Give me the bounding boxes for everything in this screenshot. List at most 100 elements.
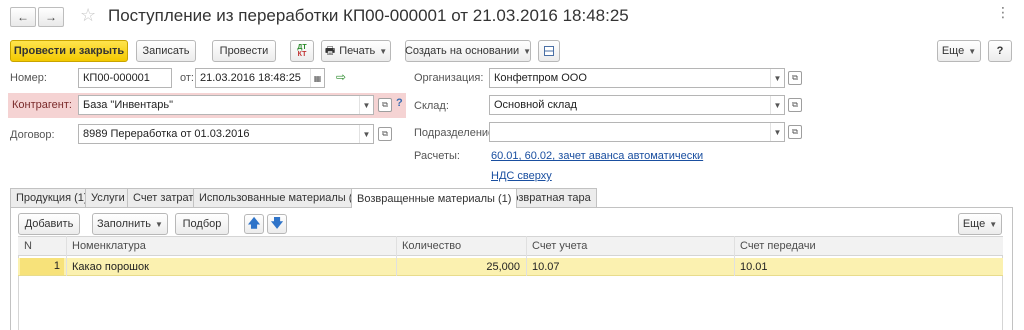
row-account[interactable]: 10.07	[532, 261, 560, 273]
number-label: Номер:	[10, 72, 47, 84]
contract-label: Договор:	[10, 129, 55, 141]
back-button[interactable]: ←	[10, 7, 36, 27]
date-label: от:	[180, 72, 194, 84]
tab-label: Возвратная тара	[505, 192, 591, 204]
help-question-icon[interactable]: ?	[396, 97, 403, 109]
save-label: Записать	[142, 45, 190, 57]
date-field[interactable]: 21.03.2016 18:48:25 ▦	[195, 68, 325, 88]
row-transfer-account[interactable]: 10.01	[740, 261, 768, 273]
dt-kt-button[interactable]: ДТ КТ	[290, 40, 314, 62]
select-button[interactable]: Подбор	[175, 213, 229, 235]
organization-value: Конфетпром ООО	[494, 72, 587, 84]
more-button[interactable]: Еще ▼	[937, 40, 981, 62]
chevron-down-icon[interactable]: ▼	[359, 96, 373, 114]
create-based-on-button[interactable]: Создать на основании ▼	[405, 40, 531, 62]
contract-field[interactable]: 8989 Переработка от 01.03.2016 ▼	[78, 124, 374, 144]
column-header-quantity[interactable]: Количество	[402, 240, 461, 252]
calendar-icon[interactable]: ▦	[310, 69, 324, 87]
arrow-right-icon: →	[45, 10, 57, 24]
print-button[interactable]: 🖶 Печать ▼	[321, 40, 391, 62]
column-header-account[interactable]: Счет учета	[532, 240, 587, 252]
tab-returned-materials[interactable]: Возвращенные материалы (1)	[351, 188, 518, 208]
open-contract-icon[interactable]: ⧉	[378, 127, 392, 141]
favorite-star-icon[interactable]: ☆	[80, 5, 96, 26]
row-number[interactable]: 1	[20, 258, 64, 275]
chevron-down-icon[interactable]: ▼	[770, 69, 784, 87]
number-value: КП00-000001	[83, 72, 150, 84]
counterparty-value: База "Инвентарь"	[83, 99, 174, 111]
warehouse-label: Склад:	[414, 100, 449, 112]
tab-used-materials[interactable]: Использованные материалы (2)	[193, 188, 369, 207]
counterparty-field[interactable]: База "Инвентарь" ▼	[78, 95, 374, 115]
chevron-down-icon[interactable]: ▼	[359, 125, 373, 143]
select-label: Подбор	[182, 218, 222, 230]
print-label: Печать	[339, 45, 376, 57]
counterparty-label: Контрагент:	[12, 99, 72, 111]
column-divider	[66, 236, 67, 276]
column-divider	[396, 236, 397, 276]
printer-icon: 🖶	[324, 44, 336, 57]
tab-services[interactable]: Услуги	[85, 188, 131, 207]
post-and-close-button[interactable]: Провести и закрыть	[10, 40, 128, 62]
table-more-button[interactable]: Еще ▼	[958, 213, 1002, 235]
column-header-n[interactable]: N	[24, 240, 32, 252]
warehouse-field[interactable]: Основной склад ▼	[489, 95, 785, 115]
chevron-down-icon[interactable]: ▼	[770, 96, 784, 114]
structure-icon	[544, 46, 554, 56]
arrow-down-icon: 🡇	[270, 215, 284, 230]
chevron-down-icon: ▼	[523, 46, 532, 56]
open-counterparty-icon[interactable]: ⧉	[378, 98, 392, 112]
contract-value: 8989 Переработка от 01.03.2016	[83, 128, 250, 140]
table-row[interactable]: 1 Какао порошок 25,000 10.07 10.01	[18, 258, 1003, 276]
settlements-link[interactable]: 60.01, 60.02, зачет аванса автоматически	[491, 150, 703, 162]
window-menu-icon[interactable]: ⋮	[996, 4, 1010, 21]
save-button[interactable]: Записать	[136, 40, 196, 62]
organization-field[interactable]: Конфетпром ООО ▼	[489, 68, 785, 88]
post-button[interactable]: Провести	[212, 40, 276, 62]
department-field[interactable]: ▼	[489, 122, 785, 142]
help-label: ?	[996, 45, 1004, 57]
chevron-down-icon: ▼	[968, 46, 977, 56]
tab-cost-account[interactable]: Счет затрат	[127, 188, 200, 207]
date-value: 21.03.2016 18:48:25	[200, 72, 301, 84]
open-organization-icon[interactable]: ⧉	[788, 71, 802, 85]
tab-label: Услуги	[91, 192, 125, 204]
column-header-item[interactable]: Номенклатура	[72, 240, 146, 252]
settlements-label: Расчеты:	[414, 150, 460, 162]
move-up-button[interactable]: 🡅	[244, 214, 264, 234]
fill-button[interactable]: Заполнить ▼	[92, 213, 168, 235]
open-department-icon[interactable]: ⧉	[788, 125, 802, 139]
add-button[interactable]: Добавить	[18, 213, 80, 235]
document-arrow-icon[interactable]: ⇨	[336, 70, 346, 84]
open-warehouse-icon[interactable]: ⧉	[788, 98, 802, 112]
structure-button[interactable]	[538, 40, 560, 62]
fill-label: Заполнить	[97, 218, 152, 230]
number-field[interactable]: КП00-000001	[78, 68, 172, 88]
help-button[interactable]: ?	[988, 40, 1012, 62]
more-label: Еще	[941, 45, 965, 57]
dt-label: ДТ	[297, 44, 307, 51]
column-header-transfer-account[interactable]: Счет передачи	[740, 240, 816, 252]
column-divider	[734, 236, 735, 276]
row-quantity[interactable]: 25,000	[402, 261, 520, 273]
row-item[interactable]: Какао порошок	[72, 261, 149, 273]
add-label: Добавить	[24, 218, 74, 230]
arrow-up-icon: 🡅	[247, 215, 261, 230]
chevron-down-icon: ▼	[155, 219, 163, 229]
vat-link[interactable]: НДС сверху	[491, 170, 552, 182]
department-label: Подразделение:	[414, 127, 498, 139]
tab-label: Счет затрат	[133, 192, 194, 204]
page-title: Поступление из переработки КП00-000001 о…	[108, 6, 629, 25]
tab-label: Возвращенные материалы (1)	[357, 192, 512, 205]
tab-label: Продукция (1)	[16, 192, 88, 204]
chevron-down-icon: ▼	[989, 219, 998, 229]
post-label: Провести	[219, 45, 269, 57]
move-down-button[interactable]: 🡇	[267, 214, 287, 234]
post-and-close-label: Провести и закрыть	[13, 45, 125, 57]
table-header: N Номенклатура Количество Счет учета Сче…	[18, 236, 1003, 256]
forward-button[interactable]: →	[38, 7, 64, 27]
chevron-down-icon[interactable]: ▼	[770, 123, 784, 141]
dt-kt-icon: ДТ КТ	[297, 44, 306, 58]
tab-products[interactable]: Продукция (1)	[10, 188, 94, 207]
warehouse-value: Основной склад	[494, 99, 577, 111]
